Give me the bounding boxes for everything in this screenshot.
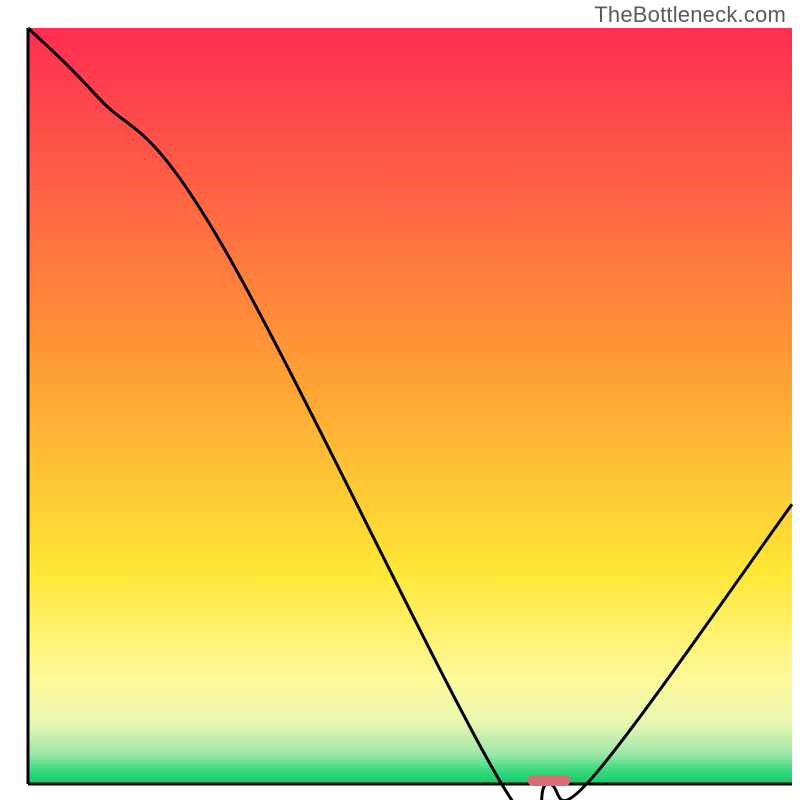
plot-background	[28, 28, 792, 784]
watermark-label: TheBottleneck.com	[594, 2, 786, 28]
bottleneck-chart: TheBottleneck.com	[0, 0, 800, 800]
chart-canvas	[0, 0, 800, 800]
optimum-marker	[528, 775, 571, 786]
